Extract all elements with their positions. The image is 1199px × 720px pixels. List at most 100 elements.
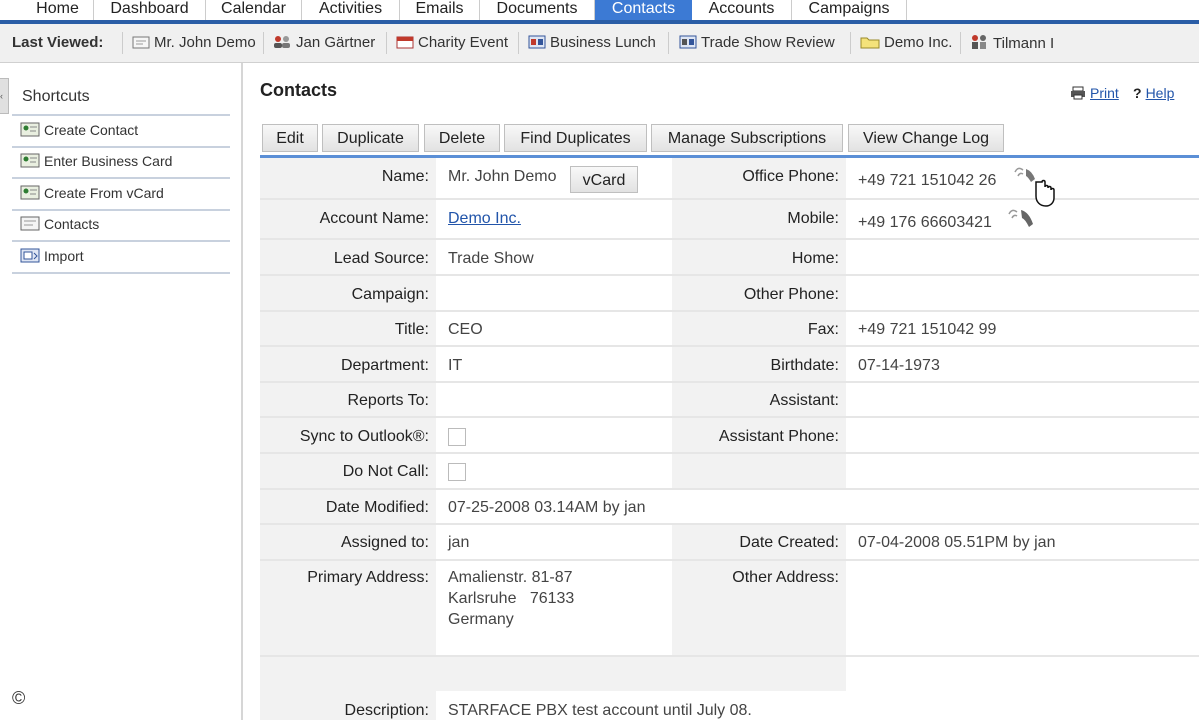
name-label: Name: [381, 168, 429, 185]
row-divider [260, 381, 1199, 383]
campaign-label: Campaign: [351, 286, 429, 303]
vcard-icon [20, 185, 40, 200]
row-divider [260, 238, 1199, 240]
date-modified-value: 07-25-2008 03.14AM by jan [448, 499, 646, 516]
divider [12, 177, 230, 179]
last-viewed-item-tilmann[interactable]: Tilmann I [969, 34, 1054, 52]
shortcut-enter-business-card[interactable]: Enter Business Card [20, 153, 172, 169]
copyright-icon: © [12, 688, 26, 708]
shortcut-create-from-vcard[interactable]: Create From vCard [20, 185, 164, 201]
tab-campaigns[interactable]: Campaigns [792, 0, 907, 20]
assistant-label: Assistant: [769, 392, 839, 409]
duplicate-button[interactable]: Duplicate [322, 124, 419, 152]
separator [122, 32, 123, 54]
primary-address-line: Karlsruhe 76133 [448, 590, 575, 607]
address-spacer [436, 656, 672, 691]
department-value: IT [448, 357, 463, 374]
divider [12, 272, 230, 274]
vcard-button[interactable]: vCard [570, 166, 638, 193]
row-divider [260, 655, 1199, 657]
sidebar-divider [241, 63, 243, 720]
row-divider [260, 452, 1199, 454]
sync-outlook-checkbox[interactable] [448, 428, 466, 446]
find-duplicates-button[interactable]: Find Duplicates [504, 124, 647, 152]
mobile-value: +49 176 66603421 [858, 214, 992, 231]
business-card-icon [20, 153, 40, 168]
last-viewed-item-jan-gaertner[interactable]: Jan Gärtner [272, 34, 375, 51]
tab-emails[interactable]: Emails [400, 0, 480, 20]
other-address-label: Other Address: [732, 569, 839, 586]
tab-documents[interactable]: Documents [480, 0, 595, 20]
last-viewed-item-demo-inc[interactable]: Demo Inc. [860, 34, 952, 51]
tab-calendar[interactable]: Calendar [206, 0, 302, 20]
view-change-log-button[interactable]: View Change Log [848, 124, 1004, 152]
help-link[interactable]: ? Help [1133, 85, 1174, 101]
manage-subscriptions-button[interactable]: Manage Subscriptions [651, 124, 843, 152]
date-created-value: 07-04-2008 05.51PM by jan [858, 534, 1056, 551]
account-name-link[interactable]: Demo Inc. [448, 210, 521, 228]
separator [668, 32, 669, 54]
primary-address-line: Amalienstr. 81-87 [448, 569, 573, 586]
description-value: STARFACE PBX test account until July 08. [448, 702, 752, 719]
office-phone-label: Office Phone: [742, 168, 839, 185]
collapse-sidebar-handle[interactable]: ‹ [0, 78, 9, 114]
assistant-phone-label: Assistant Phone: [718, 428, 839, 445]
separator [263, 32, 264, 54]
row-divider [260, 559, 1199, 561]
assigned-to-label: Assigned to: [340, 534, 429, 551]
phone-call-icon[interactable] [1006, 206, 1040, 230]
account-folder-icon [860, 37, 880, 49]
last-viewed-item-charity-event[interactable]: Charity Event [396, 34, 508, 51]
lead-icon [972, 35, 986, 49]
fax-value: +49 721 151042 99 [858, 321, 997, 338]
last-viewed-item-business-lunch[interactable]: Business Lunch [528, 34, 656, 51]
users-icon [274, 36, 290, 48]
main-nav: Home Dashboard Calendar Activities Email… [0, 0, 1199, 24]
last-viewed-label: Last Viewed: [12, 34, 104, 51]
last-viewed-bar: Last Viewed: Mr. John Demo Jan Gärtner C… [0, 24, 1199, 63]
assigned-to-value: jan [448, 534, 470, 551]
primary-address-label: Primary Address: [307, 569, 429, 586]
divider [12, 240, 230, 242]
campaign-icon [396, 36, 414, 49]
tab-home[interactable]: Home [22, 0, 94, 20]
row-divider [260, 416, 1199, 418]
do-not-call-label: Do Not Call: [342, 463, 429, 480]
contacts-icon [20, 216, 40, 231]
shortcut-import[interactable]: Import [20, 248, 84, 264]
separator [960, 32, 961, 54]
row-divider [260, 488, 1199, 490]
title-value: CEO [448, 321, 483, 338]
shortcut-contacts[interactable]: Contacts [20, 216, 99, 232]
shortcuts-title: Shortcuts [22, 88, 90, 105]
last-viewed-item-john-demo[interactable]: Mr. John Demo [132, 34, 256, 51]
do-not-call-checkbox[interactable] [448, 463, 466, 481]
page-title: Contacts [260, 80, 338, 100]
home-label: Home: [791, 250, 839, 267]
fax-label: Fax: [807, 321, 839, 338]
meeting-icon [528, 35, 546, 49]
last-viewed-item-trade-show-review[interactable]: Trade Show Review [679, 34, 835, 51]
print-link[interactable]: Print [1070, 85, 1119, 101]
description-label: Description: [344, 702, 429, 719]
row-divider [260, 198, 1199, 200]
divider [12, 114, 230, 116]
other-phone-label: Other Phone: [743, 286, 839, 303]
edit-button[interactable]: Edit [262, 124, 318, 152]
divider [12, 209, 230, 211]
row-divider [260, 310, 1199, 312]
tab-contacts[interactable]: Contacts [595, 0, 692, 20]
tab-activities[interactable]: Activities [302, 0, 400, 20]
mobile-label: Mobile: [787, 210, 839, 227]
tab-dashboard[interactable]: Dashboard [94, 0, 206, 20]
delete-button[interactable]: Delete [424, 124, 500, 152]
phone-call-icon[interactable] [1012, 164, 1058, 210]
reports-to-label: Reports To: [347, 392, 429, 409]
sync-outlook-label: Sync to Outlook®: [299, 428, 429, 445]
contact-card-icon [132, 36, 150, 49]
divider [12, 146, 230, 148]
shortcut-create-contact[interactable]: Create Contact [20, 122, 138, 138]
printer-icon [1071, 86, 1085, 100]
tab-accounts[interactable]: Accounts [692, 0, 792, 20]
account-name-label: Account Name: [319, 210, 429, 227]
